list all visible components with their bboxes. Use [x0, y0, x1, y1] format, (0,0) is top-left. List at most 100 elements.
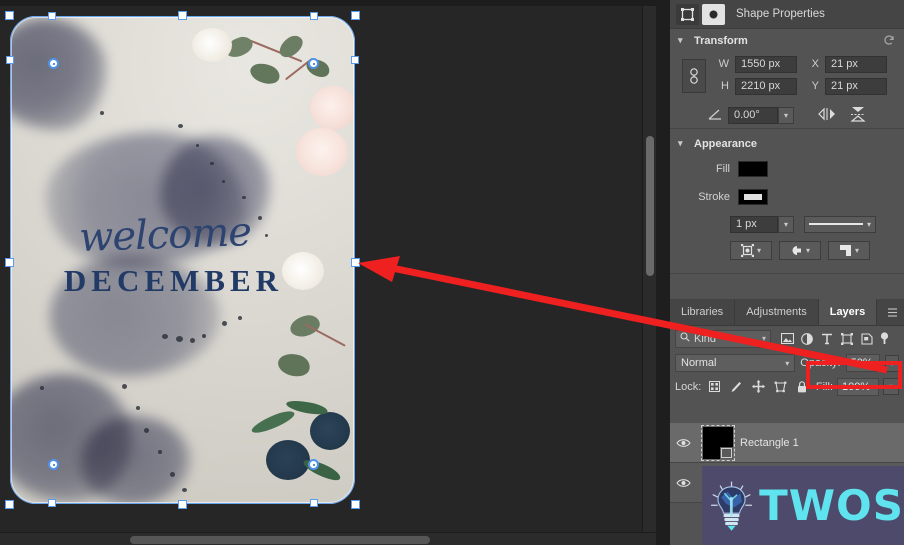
rose-flower — [310, 86, 355, 130]
artboard-content: welcome DECEMBER — [10, 16, 355, 504]
lock-image-pixels-icon[interactable] — [727, 381, 745, 393]
x-label: X — [811, 58, 819, 70]
ink-speck — [122, 384, 127, 389]
mask-icon[interactable] — [702, 3, 725, 25]
fill-color-swatch[interactable] — [738, 161, 768, 177]
panel-menu-icon[interactable] — [881, 299, 904, 325]
lock-all-icon[interactable] — [793, 380, 811, 393]
rose-flower — [192, 28, 232, 62]
opacity-input[interactable]: 50% — [845, 354, 880, 372]
shape-layer-filter-icon[interactable] — [837, 332, 857, 345]
twos-watermark-text: TWOS — [759, 481, 904, 530]
smart-object-filter-icon[interactable] — [857, 332, 877, 345]
adjustment-layer-filter-icon[interactable] — [797, 332, 817, 345]
tab-layers[interactable]: Layers — [818, 299, 878, 325]
lock-transparent-pixels-icon[interactable] — [705, 381, 723, 392]
search-icon — [680, 332, 690, 345]
ink-speck — [40, 386, 44, 390]
ink-speck — [176, 336, 183, 342]
ink-speck — [222, 180, 225, 183]
fill-label-layers: Fill: — [815, 380, 833, 393]
properties-panel: Shape Properties ▾ Transform W 1550 px X… — [670, 0, 904, 545]
vertical-scrollbar-thumb[interactable] — [646, 136, 654, 276]
photoshop-window: welcome DECEMBER Shape Properties ▾ Tran… — [0, 0, 904, 545]
ink-speck — [222, 321, 227, 326]
stroke-corners-icon[interactable]: ▾ — [828, 240, 870, 260]
fill-opacity-input[interactable]: 100% — [837, 377, 879, 396]
thistle-flower — [310, 412, 350, 450]
layer-kind-filter[interactable]: Kind ▾ — [675, 329, 771, 348]
ink-speck — [144, 428, 149, 433]
x-input[interactable]: 21 px — [825, 55, 887, 73]
angle-dropdown-icon[interactable]: ▾ — [778, 106, 794, 124]
reset-icon[interactable] — [882, 33, 896, 47]
canvas-vertical-scrollbar[interactable] — [642, 6, 656, 532]
shape-transform-icon[interactable] — [676, 3, 699, 25]
ink-speck — [100, 111, 104, 115]
stroke-width-dropdown-icon[interactable]: ▾ — [778, 215, 794, 233]
blend-mode-value: Normal — [681, 357, 717, 369]
width-input[interactable]: 1550 px — [735, 55, 797, 73]
ink-speck — [158, 450, 162, 454]
lock-position-icon[interactable] — [749, 380, 767, 393]
opacity-slider-icon[interactable]: ▾ — [884, 354, 899, 372]
ink-speck — [178, 124, 183, 128]
lightbulb-logo-icon — [710, 480, 753, 531]
type-layer-filter-icon[interactable] — [817, 333, 837, 345]
canvas-area[interactable]: welcome DECEMBER — [0, 0, 656, 545]
opacity-label: Opacity: — [800, 357, 841, 369]
artboard[interactable]: welcome DECEMBER — [10, 16, 355, 504]
transform-section-header[interactable]: ▾ Transform — [670, 29, 904, 52]
ink-speck — [238, 316, 242, 320]
filter-toggle-icon[interactable] — [877, 332, 891, 345]
appearance-section-label: Appearance — [694, 137, 757, 150]
stroke-label: Stroke — [698, 191, 730, 203]
eye-icon[interactable] — [670, 438, 696, 448]
chevron-down-icon: ▾ — [678, 35, 683, 45]
chevron-down-icon: ▾ — [678, 138, 683, 148]
y-label: Y — [811, 80, 819, 92]
transform-section: ▾ Transform W 1550 px X 21 px H 2210 px … — [670, 29, 904, 129]
ink-speck — [170, 472, 175, 477]
blend-mode-select[interactable]: Normal ▾ — [675, 354, 796, 372]
layer-name[interactable]: Rectangle 1 — [740, 437, 799, 449]
flip-horizontal-icon[interactable] — [818, 107, 836, 124]
watercolor-blob — [80, 416, 190, 504]
canvas-top-edge — [0, 0, 656, 6]
table-row[interactable]: Rectangle 1 — [670, 423, 904, 463]
canvas-horizontal-scrollbar[interactable] — [0, 532, 656, 545]
tab-libraries[interactable]: Libraries — [670, 299, 736, 325]
width-label: W — [718, 58, 729, 70]
horizontal-scrollbar-thumb[interactable] — [130, 536, 430, 544]
ink-speck — [182, 488, 187, 492]
ink-speck — [242, 196, 246, 199]
eye-icon[interactable] — [670, 478, 696, 488]
stroke-align-icon[interactable]: ▾ — [730, 240, 772, 260]
chevron-down-icon: ▾ — [785, 358, 790, 368]
stroke-color-swatch[interactable] — [738, 189, 768, 205]
rose-flower — [296, 128, 348, 176]
angle-icon — [708, 108, 722, 123]
y-input[interactable]: 21 px — [825, 77, 887, 95]
angle-input[interactable]: 0.00° — [728, 106, 778, 124]
pixel-layer-filter-icon[interactable] — [777, 333, 797, 344]
lock-label: Lock: — [675, 380, 702, 393]
stroke-caps-icon[interactable]: ▾ — [779, 240, 821, 260]
height-input[interactable]: 2210 px — [735, 77, 797, 95]
appearance-section-header[interactable]: ▾ Appearance — [670, 132, 904, 155]
link-chain-icon[interactable] — [682, 59, 706, 93]
layer-filter-row: Kind ▾ — [670, 326, 904, 351]
fill-label: Fill — [715, 163, 730, 175]
artwork-script-text: welcome — [78, 209, 252, 261]
stroke-style-preview[interactable]: ▾ — [804, 215, 876, 233]
lock-artboard-nesting-icon[interactable] — [771, 381, 789, 393]
fill-slider-icon[interactable]: ▾ — [883, 378, 899, 395]
stroke-width-input[interactable]: 1 px — [730, 215, 778, 233]
tab-adjustments[interactable]: Adjustments — [735, 299, 819, 325]
ink-speck — [136, 406, 140, 410]
ink-speck — [162, 334, 168, 339]
appearance-section: ▾ Appearance Fill Stroke 1 px ▾ ▾ ▾ ▾ ▾ — [670, 132, 904, 274]
ink-speck — [196, 144, 199, 147]
flip-vertical-icon[interactable] — [850, 106, 866, 125]
layer-thumbnail[interactable] — [696, 424, 740, 461]
